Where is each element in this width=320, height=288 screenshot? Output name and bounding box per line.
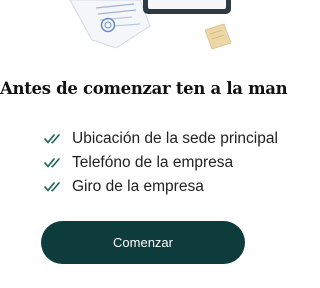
tablet-illustration	[143, 0, 231, 14]
list-item: Telefóno de la empresa	[44, 151, 278, 175]
list-item-label: Ubicación de la sede principal	[72, 130, 278, 147]
list-item: Ubicación de la sede principal	[44, 127, 278, 151]
page-title: Antes de comenzar ten a la mano	[0, 79, 288, 98]
double-check-icon	[44, 158, 60, 168]
hero-illustration	[69, 0, 232, 50]
double-check-icon	[44, 182, 60, 192]
list-item: Giro de la empresa	[44, 175, 278, 199]
list-item-label: Telefóno de la empresa	[72, 154, 234, 171]
sticky-note-illustration	[204, 23, 232, 50]
start-button[interactable]: Comenzar	[41, 221, 245, 264]
requirements-list: Ubicación de la sede principal Telefóno …	[44, 127, 278, 199]
list-item-label: Giro de la empresa	[72, 178, 204, 195]
onboarding-screen: Antes de comenzar ten a la mano Ubicació…	[0, 0, 288, 288]
document-illustration	[69, 0, 151, 49]
double-check-icon	[44, 134, 60, 144]
